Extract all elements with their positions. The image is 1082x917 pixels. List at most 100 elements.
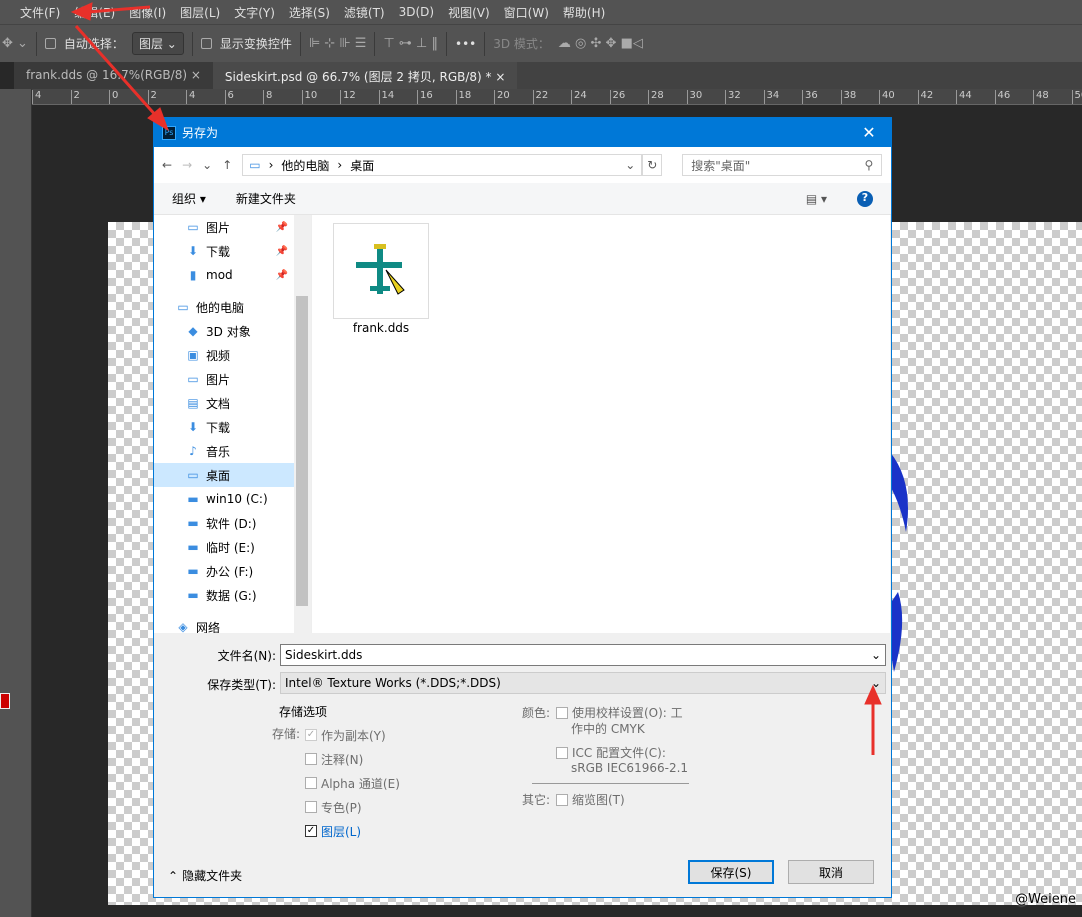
file-name-label[interactable]: frank.dds (323, 321, 439, 335)
file-thumbnail[interactable] (333, 223, 429, 319)
ruler-tick: 42 (917, 90, 933, 104)
other-label: 其它: (522, 793, 551, 807)
nav-scrollbar-thumb[interactable] (296, 296, 308, 606)
menu-item[interactable]: 3D(D) (399, 5, 434, 19)
ruler-tick: 36 (802, 90, 818, 104)
folder-icon: ◈ (178, 620, 188, 633)
nav-item[interactable]: ◈ 网络 (154, 615, 310, 633)
folder-icon: ▬ (187, 492, 199, 506)
proof-option[interactable]: 使用校样设置(O): 工 (556, 704, 683, 721)
nav-item-label: 桌面 (206, 468, 231, 483)
menu-item[interactable]: 文字(Y) (234, 4, 275, 21)
pin-icon[interactable]: 📌 (276, 222, 288, 233)
back-button[interactable]: ← (162, 158, 172, 172)
nav-item-label: 3D 对象 (206, 324, 251, 339)
recent-dropdown[interactable]: ⌄ (202, 158, 212, 172)
filename-input[interactable]: Sideskirt.dds ⌄ (280, 644, 886, 666)
cancel-button[interactable]: 取消 (788, 860, 874, 884)
folder-icon: ⬇ (187, 244, 199, 258)
menu-item[interactable]: 窗口(W) (504, 4, 549, 21)
store-option[interactable]: Alpha 通道(E) (305, 771, 400, 795)
ruler-tick: 14 (378, 90, 394, 104)
nav-item[interactable]: ▮ mod 📌 (154, 263, 310, 287)
nav-item[interactable]: ▭ 他的电脑 (154, 295, 310, 319)
refresh-button[interactable]: ↻ (642, 154, 663, 176)
menu-item[interactable]: 图像(I) (129, 4, 166, 21)
ruler-tick: 8 (263, 90, 272, 104)
folder-icon: ▮ (189, 268, 197, 282)
auto-select-checkbox[interactable] (44, 38, 56, 49)
menu-item[interactable]: 视图(V) (448, 4, 490, 21)
store-label: 存储: (272, 727, 301, 741)
ruler-tick: 48 (1033, 90, 1049, 104)
ruler-tick: 26 (609, 90, 625, 104)
hide-folders-button[interactable]: ⌃ 隐藏文件夹 (168, 867, 242, 884)
organize-button[interactable]: 组织 ▾ (172, 190, 206, 207)
folder-icon: ▣ (187, 348, 199, 362)
nav-item[interactable]: ▬ win10 (C:) (154, 487, 310, 511)
nav-item-label: 图片 (206, 372, 231, 387)
icc-option[interactable]: ICC 配置文件(C): (556, 744, 666, 761)
filetype-select[interactable]: Intel® Texture Works (*.DDS;*.DDS) ⌄ (280, 672, 886, 694)
store-option[interactable]: 注释(N) (305, 747, 400, 771)
new-folder-button[interactable]: 新建文件夹 (236, 190, 296, 207)
nav-item[interactable]: ◆ 3D 对象 (154, 319, 310, 343)
nav-item[interactable]: ♪ 音乐 (154, 439, 310, 463)
nav-item-label: 图片 (206, 220, 231, 235)
folder-icon: ▬ (187, 516, 199, 530)
help-icon[interactable]: ? (857, 190, 873, 207)
up-button[interactable]: ↑ (222, 158, 232, 172)
nav-item[interactable]: ⬇ 下载 📌 (154, 239, 310, 263)
nav-item[interactable]: ▤ 文档 (154, 391, 310, 415)
store-option[interactable]: ✓ 作为副本(Y) (305, 723, 400, 747)
ruler-tick: 20 (494, 90, 510, 104)
ruler-tick: 38 (840, 90, 856, 104)
ruler-tick: 12 (340, 90, 356, 104)
menu-item[interactable]: 滤镜(T) (344, 4, 385, 21)
view-options-button[interactable]: ▤ ▾ (806, 192, 827, 206)
nav-item[interactable]: ▭ 桌面 (154, 463, 310, 487)
nav-item[interactable]: ▣ 视频 (154, 343, 310, 367)
tab-frank[interactable]: frank.dds @ 16.7%(RGB/8) × (14, 62, 213, 89)
pin-icon[interactable]: 📌 (276, 246, 288, 257)
address-bar[interactable]: ▭ › 他的电脑 › 桌面 ⌄ (242, 154, 643, 176)
nav-item[interactable]: ⬇ 下载 (154, 415, 310, 439)
tools-panel[interactable] (0, 89, 32, 917)
search-input[interactable]: 搜索"桌面" ⚲ (682, 154, 883, 176)
align-icons[interactable]: ⊫ ⊹ ⊪ ☰ (309, 36, 367, 51)
pin-icon[interactable]: 📌 (276, 270, 288, 281)
nav-item[interactable]: ▬ 临时 (E:) (154, 535, 310, 559)
close-button[interactable]: ✕ (847, 123, 891, 142)
move-tool-icon[interactable]: ✥ ⌄ (2, 36, 28, 51)
nav-item-label: 下载 (206, 420, 231, 435)
menu-item[interactable]: 帮助(H) (563, 4, 605, 21)
layer-select[interactable]: 图层 ⌄ (131, 32, 184, 55)
menu-item[interactable]: 文件(F) (20, 4, 60, 21)
close-icon: × (495, 70, 506, 84)
foreground-color-swatch[interactable] (0, 693, 10, 709)
nav-item[interactable]: ▬ 数据 (G:) (154, 583, 310, 607)
3d-tools-icons[interactable]: ☁ ◎ ✣ ✥ ■◁ (558, 36, 643, 51)
nav-item[interactable]: ▭ 图片 (154, 367, 310, 391)
menu-item[interactable]: 编辑(E) (74, 4, 115, 21)
nav-item[interactable]: ▬ 办公 (F:) (154, 559, 310, 583)
tab-sideskirt[interactable]: Sideskirt.psd @ 66.7% (图层 2 拷贝, RGB/8) *… (212, 62, 518, 89)
more-button[interactable]: ••• (455, 37, 476, 51)
distribute-icons[interactable]: ⊤ ⊶ ⊥ ‖ (383, 36, 438, 51)
menu-item[interactable]: 选择(S) (289, 4, 330, 21)
store-option[interactable]: ✓ 图层(L) (305, 819, 400, 843)
ruler-tick: 46 (994, 90, 1010, 104)
store-option[interactable]: 专色(P) (305, 795, 400, 819)
navigation-pane: ▭ 图片 📌 ⬇ 下载 📌 ▮ mod 📌 ▭ 他的电脑 ◆ 3D 对象 ▣ 视频 ▭ 图片 ▤ 文档 ⬇ 下载 ♪ 音乐 ▭… (154, 215, 310, 633)
nav-item-label: win10 (C:) (206, 492, 268, 506)
menu-item[interactable]: 图层(L) (180, 4, 220, 21)
show-transform-checkbox[interactable] (200, 38, 212, 49)
forward-button[interactable]: → (182, 158, 192, 172)
color-label: 颜色: (522, 706, 551, 720)
thumbnail-option[interactable]: 缩览图(T) (556, 791, 625, 808)
nav-item[interactable]: ▬ 软件 (D:) (154, 511, 310, 535)
store-options: ✓ 作为副本(Y) 注释(N) Alpha 通道(E) 专色(P) ✓ 图层(L) (305, 723, 400, 843)
nav-item[interactable]: ▭ 图片 📌 (154, 215, 310, 239)
folder-icon: ▬ (187, 564, 199, 578)
save-button[interactable]: 保存(S) (688, 860, 774, 884)
